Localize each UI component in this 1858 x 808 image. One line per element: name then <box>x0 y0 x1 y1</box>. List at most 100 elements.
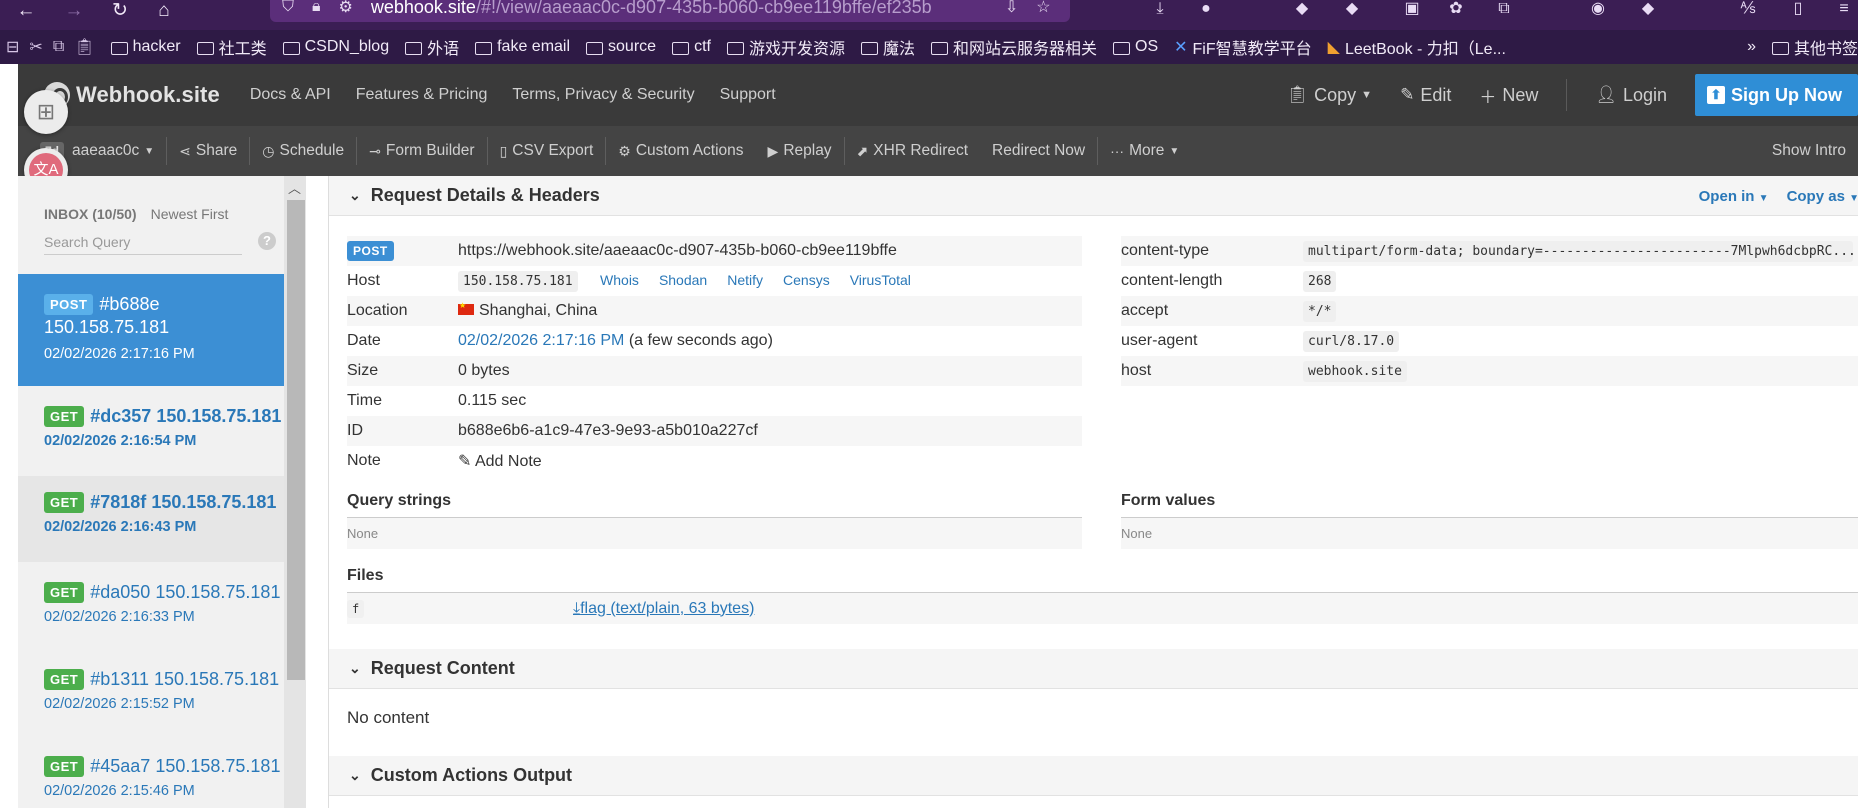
bookmark-folder[interactable]: source <box>586 38 656 56</box>
address-bar[interactable]: ⛉ 🔒︎ ⚙ webhook.site/#!/view/aaeaac0c-d90… <box>270 0 1070 22</box>
form-icon: ⊸ <box>369 142 381 159</box>
csv-export-button[interactable]: ▯ CSV Export <box>488 136 606 166</box>
replay-button[interactable]: ▶ Replay <box>756 136 844 166</box>
request-list-item[interactable]: GET #45aa7 150.158.75.181 02/02/2026 2:15… <box>18 736 306 808</box>
extension-icon[interactable]: ✿ <box>1444 0 1468 20</box>
bookmark-folder[interactable]: OS <box>1113 38 1158 56</box>
show-intro-button[interactable]: Show Intro <box>1760 136 1858 166</box>
add-note-link[interactable]: ✎ Add Note <box>458 451 542 471</box>
bookmark-folder[interactable]: hacker <box>110 38 181 56</box>
censys-link[interactable]: Censys <box>783 272 830 288</box>
extension-icon[interactable]: ⧉ <box>1492 0 1516 20</box>
edit-button[interactable]: ✎ Edit <box>1400 85 1451 106</box>
bookmark-star-icon[interactable]: ☆ <box>1036 0 1050 17</box>
bookmark-link[interactable]: ✕ FiF智慧教学平台 <box>1174 35 1312 59</box>
open-in-dropdown[interactable]: Open in ▼ <box>1699 188 1769 205</box>
sidebar-scrollbar[interactable]: ︿ <box>284 176 306 808</box>
redirect-now-button[interactable]: Redirect Now <box>980 136 1097 166</box>
request-list-item[interactable]: GET #b1311 150.158.75.181 02/02/2026 2:15… <box>18 649 306 736</box>
note-row: Note ✎ Add Note <box>347 446 1082 476</box>
query-strings-title: Query strings <box>347 492 452 509</box>
scrollbar-thumb[interactable] <box>287 200 305 680</box>
custom-actions-section-header[interactable]: ⌄ Custom Actions Output <box>329 756 1858 796</box>
form-values-box: None <box>1121 517 1858 549</box>
sign-up-button[interactable]: ⬆ Sign Up Now <box>1695 74 1858 116</box>
extension-icon[interactable]: ◆ <box>1290 0 1314 20</box>
request-list-item[interactable]: GET #dc357 150.158.75.181 02/02/2026 2:16… <box>18 386 306 476</box>
apps-grid-icon[interactable]: ⊞ <box>24 90 68 134</box>
other-bookmarks[interactable]: 其他书签 <box>1771 35 1858 59</box>
shodan-link[interactable]: Shodan <box>659 272 707 288</box>
toolbar-right: Show Intro <box>1760 126 1858 176</box>
nav-docs-api[interactable]: Docs & API <box>250 86 331 104</box>
bookmark-folder[interactable]: 外语 <box>405 35 459 59</box>
top-nav: Docs & API Features & Pricing Terms, Pri… <box>250 86 776 104</box>
details-section-header[interactable]: ⌄ Request Details & Headers Open in ▼ Co… <box>329 176 1858 216</box>
sort-toggle[interactable]: Newest First <box>151 206 229 222</box>
share-button[interactable]: ⋖ Share <box>167 136 249 166</box>
virustotal-link[interactable]: VirusTotal <box>850 272 911 288</box>
nav-features-pricing[interactable]: Features & Pricing <box>356 86 488 104</box>
schedule-button[interactable]: ◷ Schedule <box>250 136 356 166</box>
reload-icon[interactable]: ↻ <box>108 0 132 22</box>
clipboard-icon[interactable]: 📋︎ <box>74 37 94 57</box>
chevron-double-right-icon[interactable]: » <box>1747 38 1756 56</box>
extension-icon[interactable]: ◉ <box>1586 0 1610 20</box>
leetcode-icon: ◣ <box>1327 39 1340 56</box>
back-icon[interactable]: ← <box>14 0 38 22</box>
token-toolbar: 7daaeaac0c▼ ⋖Share ◷Schedule ⊸Form Build… <box>18 126 1858 176</box>
download-page-icon[interactable]: ⇩ <box>1005 0 1018 17</box>
copy-icon[interactable]: ⧉ <box>53 38 64 56</box>
custom-actions-button[interactable]: ⚙ Custom Actions <box>606 136 755 166</box>
copy-button[interactable]: 📋︎ Copy ▼ <box>1287 85 1373 106</box>
site-logo[interactable]: Webhook.site <box>44 82 220 108</box>
bookmark-folder[interactable]: 魔法 <box>860 35 915 59</box>
bookmark-folder[interactable]: ctf <box>672 38 711 56</box>
login-button[interactable]: 👤︎ Login <box>1595 85 1667 106</box>
bookmark-folder[interactable]: 游戏开发资源 <box>726 35 845 59</box>
bookmark-folder[interactable]: 和网站云服务器相关 <box>930 35 1097 59</box>
sidebar-icon[interactable]: ⊟ <box>6 37 19 57</box>
request-list-item[interactable]: GET #da050 150.158.75.181 02/02/2026 2:16… <box>18 562 306 649</box>
header-name: user-agent <box>1121 332 1198 349</box>
home-icon[interactable]: ⌂ <box>152 0 176 22</box>
form-values-title: Form values <box>1121 492 1216 509</box>
search-query-input[interactable]: Search Query? <box>44 232 276 255</box>
file-download-link[interactable]: ⤓flag (text/plain, 63 bytes) <box>573 600 754 618</box>
content-section-header[interactable]: ⌄ Request Content <box>329 649 1858 689</box>
bookmark-folder[interactable]: 社工类 <box>196 35 267 59</box>
help-icon[interactable]: ? <box>258 232 276 250</box>
header-name: accept <box>1121 302 1169 319</box>
header-value: webhook.site <box>1303 360 1407 382</box>
extension-icon[interactable]: ▣ <box>1400 0 1424 20</box>
nav-terms-privacy[interactable]: Terms, Privacy & Security <box>512 86 694 104</box>
nav-support[interactable]: Support <box>720 86 776 104</box>
extension-icon[interactable]: ◆ <box>1340 0 1364 20</box>
xhr-redirect-button[interactable]: ⬈ XHR Redirect <box>845 136 980 166</box>
form-builder-button[interactable]: ⊸ Form Builder <box>357 136 486 166</box>
request-list-item[interactable]: POST #b688e 150.158.75.181 02/02/2026 2:1… <box>18 274 306 386</box>
bookmark-folder[interactable]: fake email <box>475 38 570 56</box>
date-value[interactable]: 02/02/2026 2:17:16 PM <box>458 332 624 349</box>
cut-icon[interactable]: ✂ <box>29 37 42 57</box>
header-value: curl/8.17.0 <box>1303 330 1400 352</box>
extension-icon[interactable]: ▯ <box>1786 0 1810 20</box>
menu-icon[interactable]: ≡ <box>1832 0 1856 20</box>
translate-icon[interactable]: ⅍ <box>1736 0 1760 20</box>
copy-as-dropdown[interactable]: Copy as ▼ <box>1787 188 1858 205</box>
extension-icon[interactable]: ◆ <box>1636 0 1660 20</box>
request-list-item[interactable]: GET #7818f 150.158.75.181 02/02/2026 2:16… <box>18 476 306 562</box>
bookmark-folder[interactable]: CSDN_blog <box>282 38 389 56</box>
bookmark-link[interactable]: ◣ LeetBook - 力扣（Le... <box>1328 35 1506 59</box>
netify-link[interactable]: Netify <box>727 272 763 288</box>
downloads-icon[interactable]: ⤓ <box>1148 0 1172 20</box>
more-menu[interactable]: ··· More ▼ <box>1098 136 1191 166</box>
forward-icon[interactable]: → <box>62 0 86 22</box>
page-info-icon: ⚙ <box>338 0 353 16</box>
request-url-link[interactable]: https://webhook.site/aaeaac0c-d907-435b-… <box>458 242 897 260</box>
new-button[interactable]: ＋ New <box>1479 83 1538 108</box>
account-icon[interactable]: ● <box>1194 0 1218 20</box>
whois-link[interactable]: Whois <box>600 272 639 288</box>
caret-down-icon: ▼ <box>1169 145 1180 157</box>
chevron-up-icon[interactable]: ︿ <box>288 178 301 197</box>
